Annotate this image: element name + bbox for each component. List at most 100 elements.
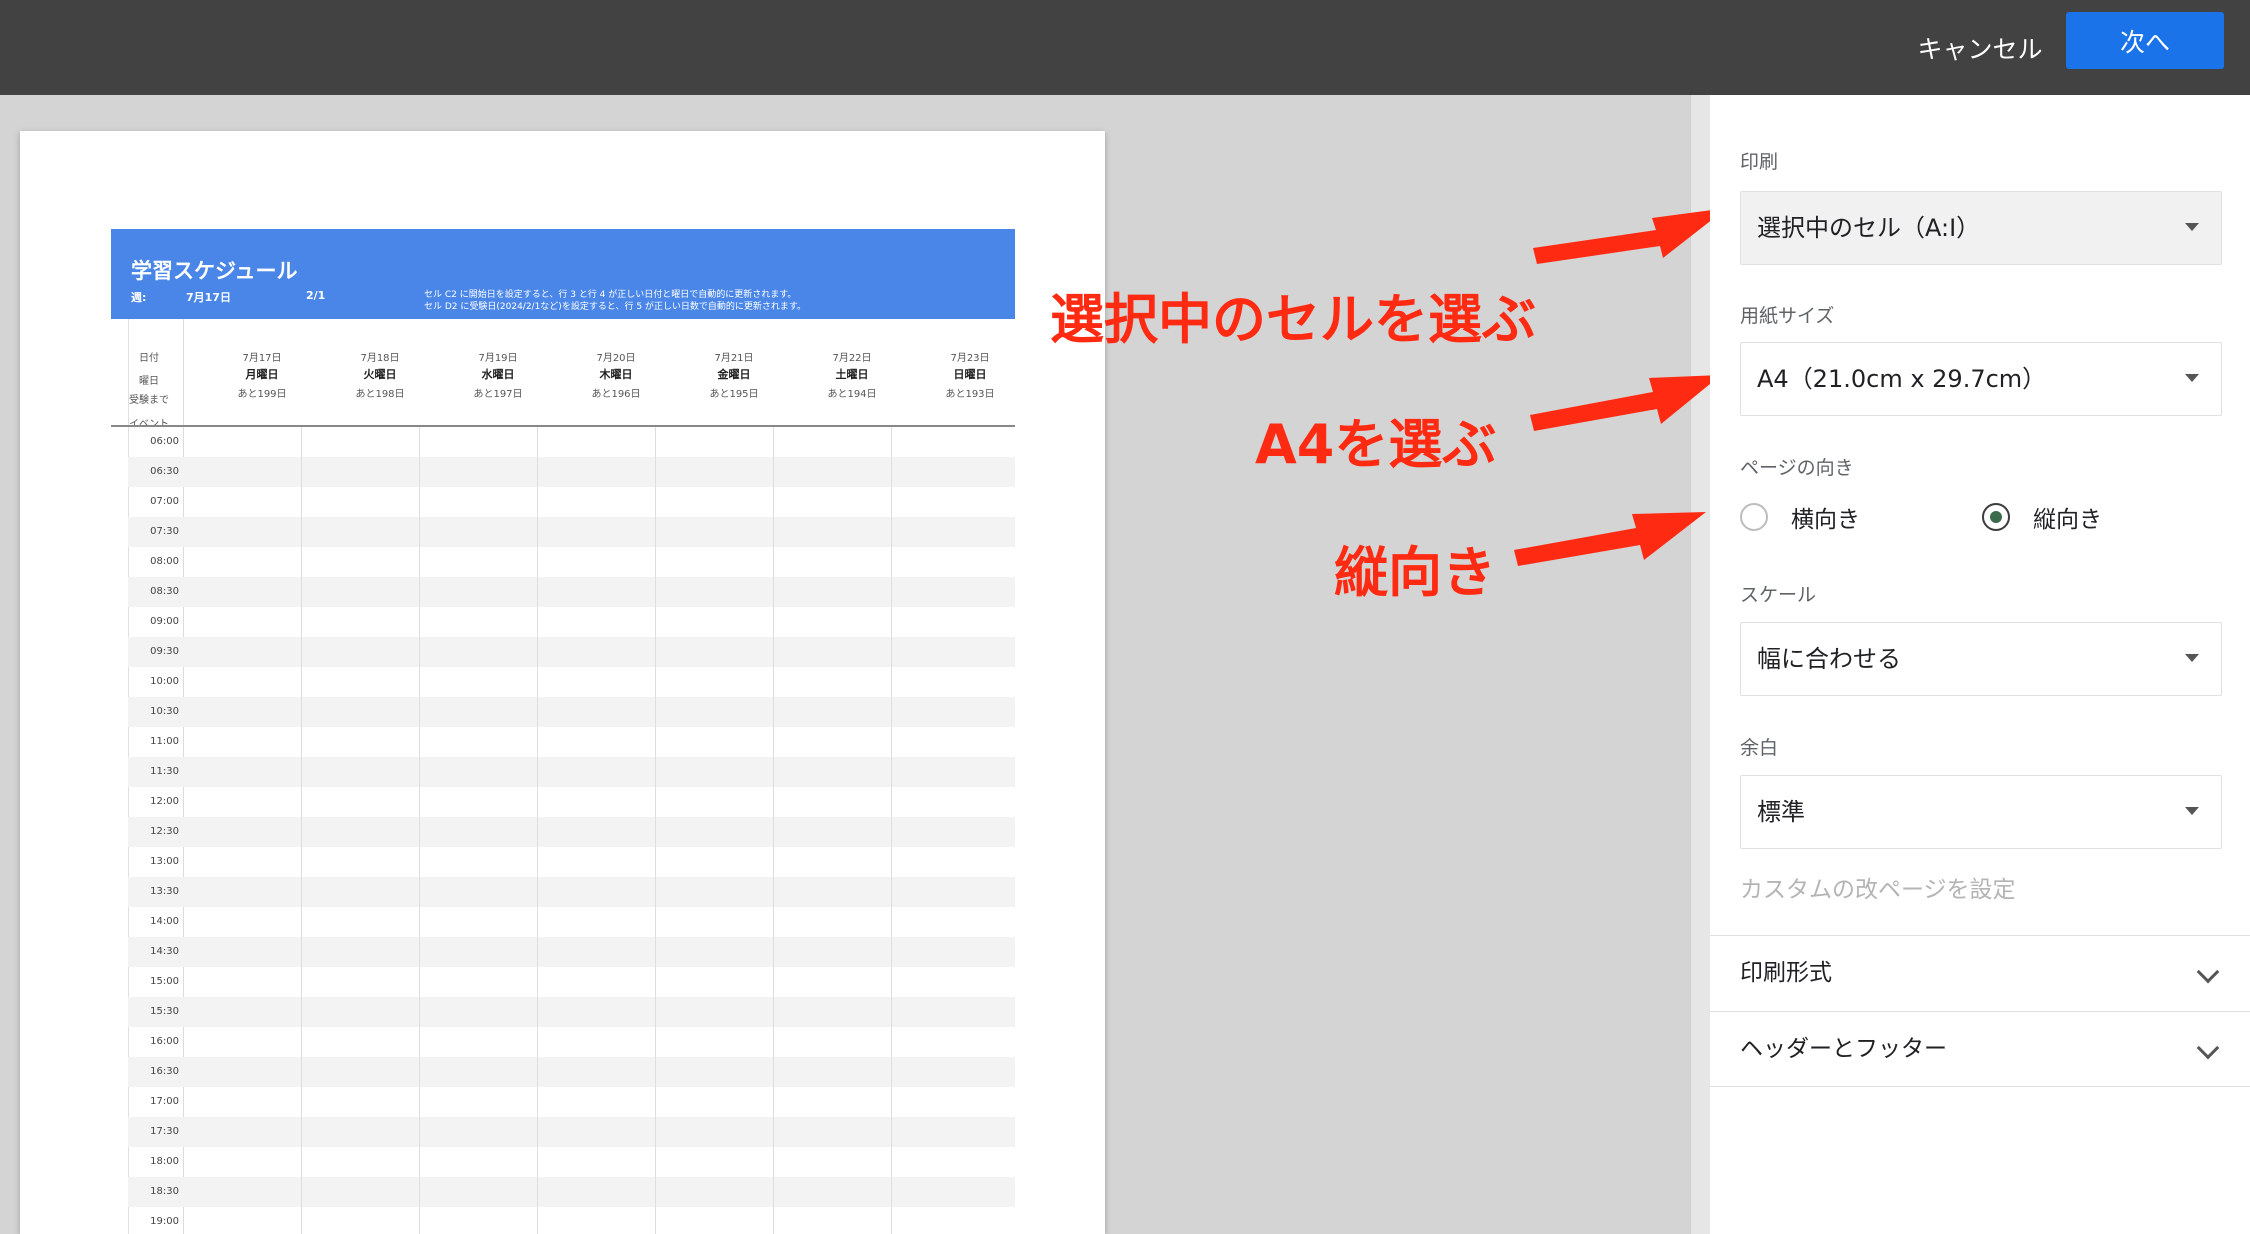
paper-size-label: 用紙サイズ bbox=[1740, 305, 1835, 327]
landscape-label: 横向き bbox=[1791, 507, 1860, 533]
portrait-label: 縦向き bbox=[2033, 507, 2102, 533]
time-label: 09:30 bbox=[150, 646, 179, 657]
orientation-label: ページの向き bbox=[1740, 457, 1854, 479]
table-row: 16:00 bbox=[128, 1027, 1015, 1057]
table-row: 12:00 bbox=[128, 787, 1015, 817]
time-label: 15:00 bbox=[150, 976, 179, 987]
days-left: あと196日 bbox=[591, 389, 641, 400]
table-row: 17:00 bbox=[128, 1087, 1015, 1117]
days-left: あと193日 bbox=[945, 389, 995, 400]
grid-column-line bbox=[419, 427, 420, 1234]
table-row: 12:30 bbox=[128, 817, 1015, 847]
chevron-down-icon bbox=[2196, 1036, 2220, 1060]
day-date: 7月23日 bbox=[950, 353, 990, 364]
row-label: 日付 bbox=[139, 353, 159, 364]
exam-date: 2/1 bbox=[306, 289, 326, 302]
portrait-option[interactable]: 縦向き bbox=[1982, 500, 2102, 534]
time-label: 18:30 bbox=[150, 1186, 179, 1197]
scale-dropdown[interactable]: 幅に合わせる bbox=[1740, 622, 2222, 696]
time-label: 11:00 bbox=[150, 736, 179, 747]
time-label: 13:30 bbox=[150, 886, 179, 897]
margin-label: 余白 bbox=[1740, 737, 1779, 759]
time-label: 08:30 bbox=[150, 586, 179, 597]
print-label: 印刷 bbox=[1740, 151, 1779, 173]
top-bar: キャンセル 次へ bbox=[0, 0, 2250, 95]
day-date: 7月21日 bbox=[714, 353, 754, 364]
day-name: 月曜日 bbox=[245, 368, 279, 381]
time-label: 13:00 bbox=[150, 856, 179, 867]
table-row: 10:30 bbox=[128, 697, 1015, 727]
day-name: 水曜日 bbox=[481, 368, 515, 381]
grid-column-line bbox=[301, 427, 302, 1234]
dropdown-caret-icon bbox=[2185, 374, 2199, 382]
table-row: 18:00 bbox=[128, 1147, 1015, 1177]
scale-value: 幅に合わせる bbox=[1757, 645, 1901, 673]
days-left: あと199日 bbox=[237, 389, 287, 400]
time-label: 11:30 bbox=[150, 766, 179, 777]
time-label: 12:30 bbox=[150, 826, 179, 837]
dropdown-caret-icon bbox=[2185, 807, 2199, 815]
table-row: 18:30 bbox=[128, 1177, 1015, 1207]
margin-value: 標準 bbox=[1757, 798, 1805, 826]
day-date: 7月17日 bbox=[242, 353, 282, 364]
week-label: 週: bbox=[131, 291, 147, 304]
day-name: 日曜日 bbox=[953, 368, 987, 381]
margin-dropdown[interactable]: 標準 bbox=[1740, 775, 2222, 849]
time-label: 14:30 bbox=[150, 946, 179, 957]
annotation-select-cells: 選択中のセルを選ぶ bbox=[1050, 288, 1536, 351]
paper-size-dropdown[interactable]: A4（21.0cm x 29.7cm） bbox=[1740, 342, 2222, 416]
next-button[interactable]: 次へ bbox=[2066, 12, 2224, 69]
day-name: 火曜日 bbox=[363, 368, 397, 381]
table-row: 13:00 bbox=[128, 847, 1015, 877]
day-date: 7月22日 bbox=[832, 353, 872, 364]
print-format-label: 印刷形式 bbox=[1740, 960, 1832, 986]
landscape-radio[interactable] bbox=[1740, 503, 1768, 531]
table-row: 06:30 bbox=[128, 457, 1015, 487]
preview-scrollbar[interactable] bbox=[1690, 95, 1710, 1234]
print-range-dropdown[interactable]: 選択中のセル（A:I） bbox=[1740, 191, 2222, 265]
header-footer-section[interactable]: ヘッダーとフッター bbox=[1710, 1011, 2250, 1087]
portrait-radio[interactable] bbox=[1982, 503, 2010, 531]
print-format-section[interactable]: 印刷形式 bbox=[1710, 935, 2250, 1011]
table-row: 16:30 bbox=[128, 1057, 1015, 1087]
time-label: 07:00 bbox=[150, 496, 179, 507]
day-name: 木曜日 bbox=[599, 368, 633, 381]
dropdown-caret-icon bbox=[2185, 654, 2199, 662]
time-label: 12:00 bbox=[150, 796, 179, 807]
time-label: 16:30 bbox=[150, 1066, 179, 1077]
time-label: 17:00 bbox=[150, 1096, 179, 1107]
time-label: 08:00 bbox=[150, 556, 179, 567]
day-date: 7月18日 bbox=[360, 353, 400, 364]
week-date: 7月17日 bbox=[186, 291, 231, 304]
time-label: 06:00 bbox=[150, 436, 179, 447]
table-row: 08:00 bbox=[128, 547, 1015, 577]
scale-label: スケール bbox=[1740, 584, 1817, 606]
row-label: 受験まで bbox=[129, 395, 169, 406]
time-label: 10:30 bbox=[150, 706, 179, 717]
table-row: 11:30 bbox=[128, 757, 1015, 787]
preview-page: 学習スケジュール 週: 7月17日 2/1 セル C2 に開始日を設定すると、行… bbox=[20, 131, 1105, 1234]
custom-page-break-link[interactable]: カスタムの改ページを設定 bbox=[1740, 870, 2016, 904]
dropdown-caret-icon bbox=[2185, 223, 2199, 231]
sheet-title: 学習スケジュール bbox=[131, 259, 298, 283]
time-label: 15:30 bbox=[150, 1006, 179, 1017]
landscape-option[interactable]: 横向き bbox=[1740, 500, 1860, 534]
table-row: 10:00 bbox=[128, 667, 1015, 697]
time-label: 06:30 bbox=[150, 466, 179, 477]
annotation-select-a4: A4を選ぶ bbox=[1255, 413, 1497, 476]
grid-column-line bbox=[773, 427, 774, 1234]
cancel-button[interactable]: キャンセル bbox=[1905, 18, 2055, 78]
day-name: 金曜日 bbox=[717, 368, 751, 381]
annotation-portrait: 縦向き bbox=[1334, 541, 1496, 604]
print-range-value: 選択中のセル（A:I） bbox=[1757, 214, 1981, 242]
print-settings-panel: 印刷 選択中のセル（A:I） 用紙サイズ A4（21.0cm x 29.7cm）… bbox=[1710, 95, 2250, 1234]
row-label: 曜日 bbox=[139, 376, 159, 387]
table-row: 19:00 bbox=[128, 1207, 1015, 1234]
days-left: あと197日 bbox=[473, 389, 523, 400]
grid-column-line bbox=[537, 427, 538, 1234]
table-row: 13:30 bbox=[128, 877, 1015, 907]
paper-size-value: A4（21.0cm x 29.7cm） bbox=[1757, 365, 2047, 393]
time-label: 16:00 bbox=[150, 1036, 179, 1047]
days-left: あと194日 bbox=[827, 389, 877, 400]
table-row: 09:00 bbox=[128, 607, 1015, 637]
